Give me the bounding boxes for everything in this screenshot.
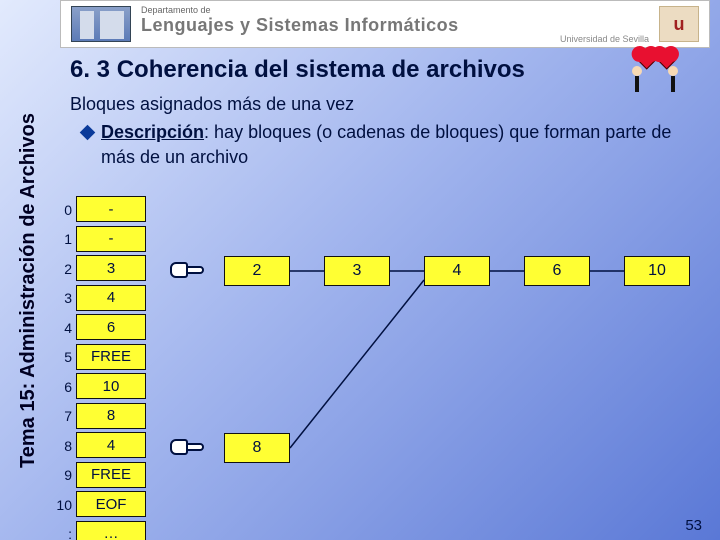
row-index: 7 <box>54 408 76 424</box>
dept-logo <box>71 6 131 42</box>
row-index: 2 <box>54 261 76 277</box>
slide-title: 6. 3 Coherencia del sistema de archivos <box>70 56 525 84</box>
dept-label: Departamento de <box>141 5 649 15</box>
chain-1: 2 3 4 6 10 <box>224 256 690 286</box>
row-value: FREE <box>76 462 146 488</box>
row-index: 8 <box>54 438 76 454</box>
table-row: 78 <box>54 402 146 432</box>
dept-name: Lenguajes y Sistemas Informáticos <box>141 15 649 36</box>
diamond-bullet-icon <box>80 125 96 141</box>
row-value: - <box>76 226 146 252</box>
body-bullet: Descripción: hay bloques (o cadenas de b… <box>70 120 690 169</box>
row-index: 6 <box>54 379 76 395</box>
sidebar-topic-text: Tema 15: Administración de Archivos <box>17 113 40 468</box>
pointing-hand-icon <box>170 435 206 461</box>
chain-box: 3 <box>324 256 390 286</box>
row-value: 6 <box>76 314 146 340</box>
row-value: 3 <box>76 255 146 281</box>
row-index: 4 <box>54 320 76 336</box>
row-value: 4 <box>76 432 146 458</box>
row-value: FREE <box>76 344 146 370</box>
header-banner: Departamento de Lenguajes y Sistemas Inf… <box>60 0 710 48</box>
desc-strong: Descripción <box>101 122 204 142</box>
university-crest: u <box>659 6 699 42</box>
table-row: 5FREE <box>54 343 146 373</box>
chain-box: 4 <box>424 256 490 286</box>
page-number: 53 <box>685 517 702 534</box>
table-row: 1- <box>54 225 146 255</box>
row-index: 10 <box>54 497 76 513</box>
row-index: 0 <box>54 202 76 218</box>
row-value: 4 <box>76 285 146 311</box>
row-value: - <box>76 196 146 222</box>
table-row: 10EOF <box>54 490 146 520</box>
chain-box: 2 <box>224 256 290 286</box>
table-row: 23 <box>54 254 146 284</box>
pointing-hand-icon <box>170 258 206 284</box>
row-value: EOF <box>76 491 146 517</box>
table-row: :… <box>54 520 146 540</box>
table-row: 84 <box>54 431 146 461</box>
chain-box: 10 <box>624 256 690 286</box>
table-row: 34 <box>54 284 146 314</box>
table-row: 46 <box>54 313 146 343</box>
table-row: 0- <box>54 195 146 225</box>
chain-box: 8 <box>224 433 290 463</box>
row-index: 3 <box>54 290 76 306</box>
chain-box: 6 <box>524 256 590 286</box>
row-index: 5 <box>54 349 76 365</box>
row-value: 10 <box>76 373 146 399</box>
row-index: 9 <box>54 467 76 483</box>
banner-text: Departamento de Lenguajes y Sistemas Inf… <box>141 5 649 44</box>
body-bullet-text: Descripción: hay bloques (o cadenas de b… <box>101 120 690 169</box>
row-index: : <box>54 526 76 540</box>
table-row: 9FREE <box>54 461 146 491</box>
body-text: Bloques asignados más de una vez Descrip… <box>70 92 690 169</box>
chain-2: 8 <box>224 433 290 463</box>
row-value: 8 <box>76 403 146 429</box>
row-index: 1 <box>54 231 76 247</box>
row-value: … <box>76 521 146 540</box>
fat-table: 0- 1- 23 34 46 5FREE 610 78 84 9FREE 10E… <box>54 195 146 540</box>
sidebar-topic-label: Tema 15: Administración de Archivos <box>8 50 48 530</box>
table-row: 610 <box>54 372 146 402</box>
body-line-1: Bloques asignados más de una vez <box>70 92 690 116</box>
